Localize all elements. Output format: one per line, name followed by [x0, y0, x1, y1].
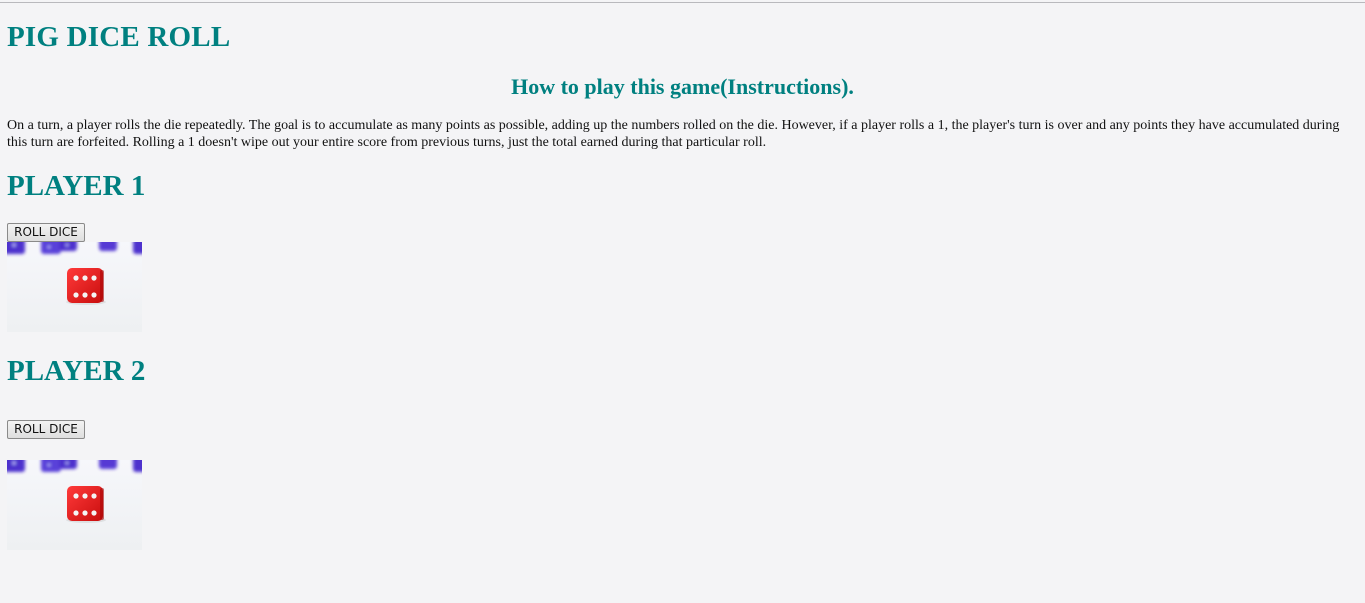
player-2-heading: PLAYER 2 [7, 355, 146, 387]
player-1-heading: PLAYER 1 [7, 170, 146, 202]
player-2-roll-dice-button[interactable]: ROLL DICE [7, 420, 85, 439]
player-1-dice-image [7, 242, 142, 332]
top-border [0, 2, 1365, 3]
page-title: PIG DICE ROLL [7, 21, 231, 53]
instructions-heading: How to play this game(Instructions). [511, 74, 854, 99]
player-1-roll-dice-button[interactable]: ROLL DICE [7, 223, 85, 242]
dice-six-icon [7, 242, 142, 332]
dice-six-icon [7, 460, 142, 550]
instructions-text: On a turn, a player rolls the die repeat… [7, 118, 1340, 150]
player-2-dice-image [7, 460, 142, 550]
